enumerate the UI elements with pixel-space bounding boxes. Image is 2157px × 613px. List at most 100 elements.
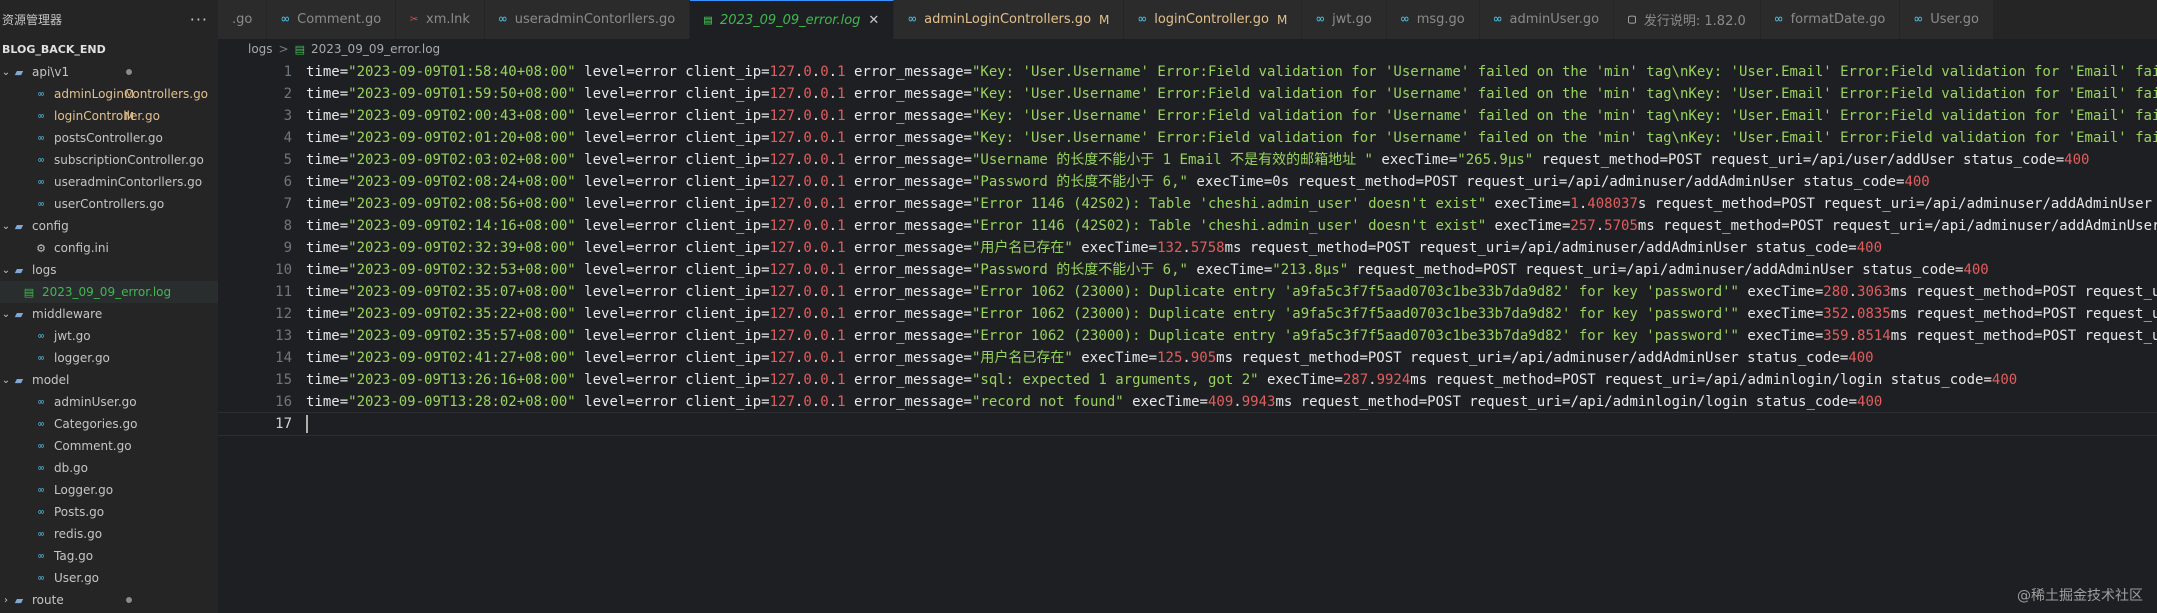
code-line[interactable]: 11 time="2023-09-09T02:35:07+08:00" level… [218,281,2157,303]
tree-file[interactable]: ∞ subscriptionController.go [0,149,218,171]
log-number: 0 [820,394,829,410]
breadcrumb-file[interactable]: 2023_09_09_error.log [311,42,440,56]
log-text: level=error client_ip= [575,306,770,322]
tree-file[interactable]: ∞ Categories.go [0,413,218,435]
folder-icon: ▰ [14,373,24,387]
tree-file[interactable]: ∞ adminUser.go [0,391,218,413]
log-number: 0 [803,240,812,256]
tree-file[interactable]: ∞ loginController.go M [0,105,218,127]
editor-tab[interactable]: ▢ 发行说明: 1.82.0 [1614,0,1761,39]
tree-file[interactable]: ∞ logger.go [0,347,218,369]
editor-pane: logs > ▤ 2023_09_09_error.log 1 time="202… [218,39,2157,613]
editor-tab[interactable]: ∞ formatDate.go [1760,0,1901,39]
breadcrumb-folder[interactable]: logs [248,42,273,56]
editor-tab[interactable]: ∞ loginController.go M [1124,0,1303,39]
close-icon[interactable]: ✕ [868,13,879,28]
tree-folder[interactable]: ⌄ ▰ middleware [0,303,218,325]
tree-file[interactable]: ∞ db.go [0,457,218,479]
tree-file[interactable]: ∞ Tag.go [0,545,218,567]
editor-tabs: .go ∞ Comment.go ✂ xm.lnk ∞ useradminContorlle… [218,0,2157,39]
log-string: "2023-09-09T01:59:50+08:00" [348,86,576,102]
editor-tab[interactable]: ∞ useradminContorllers.go [484,0,691,39]
code-line[interactable]: 17 [218,412,2157,436]
log-string: "2023-09-09T13:28:02+08:00" [348,394,576,410]
tree-file[interactable]: ∞ Comment.go [0,435,218,457]
code-line[interactable]: 14 time="2023-09-09T02:41:27+08:00" level… [218,347,2157,369]
log-text: error_message= [845,196,972,212]
editor-tab[interactable]: ∞ jwt.go [1302,0,1387,39]
log-text: . [1368,372,1377,388]
code-line[interactable]: 6 time="2023-09-09T02:08:24+08:00" level=… [218,171,2157,193]
tree-file[interactable]: ▤ 2023_09_09_error.log [0,281,218,303]
tree-file[interactable]: ∞ adminLoginControllers.go M [0,83,218,105]
more-actions-icon[interactable]: ··· [190,10,208,29]
log-number: 1 [837,262,846,278]
editor-tab[interactable]: ∞ adminLoginControllers.go M [894,0,1125,39]
log-number: 0 [820,196,829,212]
chevron-down-icon: ⌄ [1,374,11,386]
code-line[interactable]: 3 time="2023-09-09T02:00:43+08:00" level=… [218,105,2157,127]
code-line[interactable]: 13 time="2023-09-09T02:35:57+08:00" level… [218,325,2157,347]
code-line[interactable]: 2 time="2023-09-09T01:59:50+08:00" level=… [218,83,2157,105]
tree-file[interactable]: ∞ jwt.go [0,325,218,347]
go-file-icon: ∞ [37,110,45,122]
code-line[interactable]: 4 time="2023-09-09T02:01:20+08:00" level=… [218,127,2157,149]
code-line[interactable]: 12 time="2023-09-09T02:35:22+08:00" level… [218,303,2157,325]
code-line[interactable]: 7 time="2023-09-09T02:08:56+08:00" level=… [218,193,2157,215]
tree-file[interactable]: ∞ useradminContorllers.go [0,171,218,193]
line-content: time="2023-09-09T02:35:07+08:00" level=e… [292,281,2157,303]
tree-file[interactable]: ∞ redis.go [0,523,218,545]
log-text: error_message= [845,284,972,300]
editor-tab[interactable]: ✂ xm.lnk [396,0,485,39]
log-number: 1 [1570,196,1579,212]
log-text: . [1848,284,1858,300]
chevron-down-icon: ⌄ [1,308,11,320]
tree-folder[interactable]: ⌄ ▰ logs [0,259,218,281]
code-area[interactable]: 1 time="2023-09-09T01:58:40+08:00" level=… [218,61,2157,436]
log-text: execTime=0s request_method=POST request_… [1187,174,1905,190]
tree-folder[interactable]: ⌄ ▰ config [0,215,218,237]
log-number: 400 [1848,350,1874,366]
editor-tab[interactable]: .go [218,0,268,39]
code-line[interactable]: 10 time="2023-09-09T02:32:53+08:00" level… [218,259,2157,281]
log-text: . [828,86,838,102]
log-text: time= [306,174,349,190]
code-line[interactable]: 15 time="2023-09-09T13:26:16+08:00" level… [218,369,2157,391]
code-line[interactable]: 5 time="2023-09-09T02:03:02+08:00" level=… [218,149,2157,171]
log-string: "2023-09-09T02:14:16+08:00" [348,218,576,234]
log-text: . [811,86,821,102]
editor-tab[interactable]: ∞ Comment.go [267,0,397,39]
log-text: . [828,306,838,322]
log-text: . [828,64,838,80]
log-number: 125 [1157,350,1183,366]
tree-item-label: redis.go [54,527,103,541]
tree-file[interactable]: ∞ postsController.go [0,127,218,149]
tree-folder[interactable]: ⌄ ▰ api\v1 [0,61,218,83]
tree-file[interactable]: ∞ Logger.go [0,479,218,501]
editor-tab[interactable]: ∞ User.go [1900,0,1994,39]
line-content: time="2023-09-09T13:28:02+08:00" level=e… [292,391,1882,413]
tree-file[interactable]: ∞ Posts.go [0,501,218,523]
log-number: 400 [2064,152,2090,168]
code-line[interactable]: 16 time="2023-09-09T13:28:02+08:00" level… [218,391,2157,413]
project-title[interactable]: BLOG_BACK_END [0,39,218,61]
code-line[interactable]: 1 time="2023-09-09T01:58:40+08:00" level=… [218,61,2157,83]
editor-tab[interactable]: ∞ msg.go [1386,0,1480,39]
log-text: . [828,108,838,124]
tree-file[interactable]: ∞ User.go [0,567,218,589]
log-number: 905 [1190,350,1217,366]
log-text: error_message= [845,372,972,388]
tree-file[interactable]: ⚙ config.ini [0,237,218,259]
go-file-icon: ∞ [37,396,45,408]
code-line[interactable]: 8 time="2023-09-09T02:14:16+08:00" level=… [218,215,2157,237]
editor-tab[interactable]: ▤ 2023_09_09_error.log ✕ [690,0,895,39]
editor-tab[interactable]: ∞ adminUser.go [1479,0,1615,39]
code-line[interactable]: 9 time="2023-09-09T02:32:39+08:00" level=… [218,237,2157,259]
log-number: 5758 [1190,240,1225,256]
tree-folder[interactable]: ⌄ ▰ model [0,369,218,391]
log-number: 0 [803,350,812,366]
log-text: . [811,218,821,234]
log-number: 0 [803,218,812,234]
tree-file[interactable]: ∞ userControllers.go [0,193,218,215]
tree-folder[interactable]: › ▰ route [0,589,218,611]
